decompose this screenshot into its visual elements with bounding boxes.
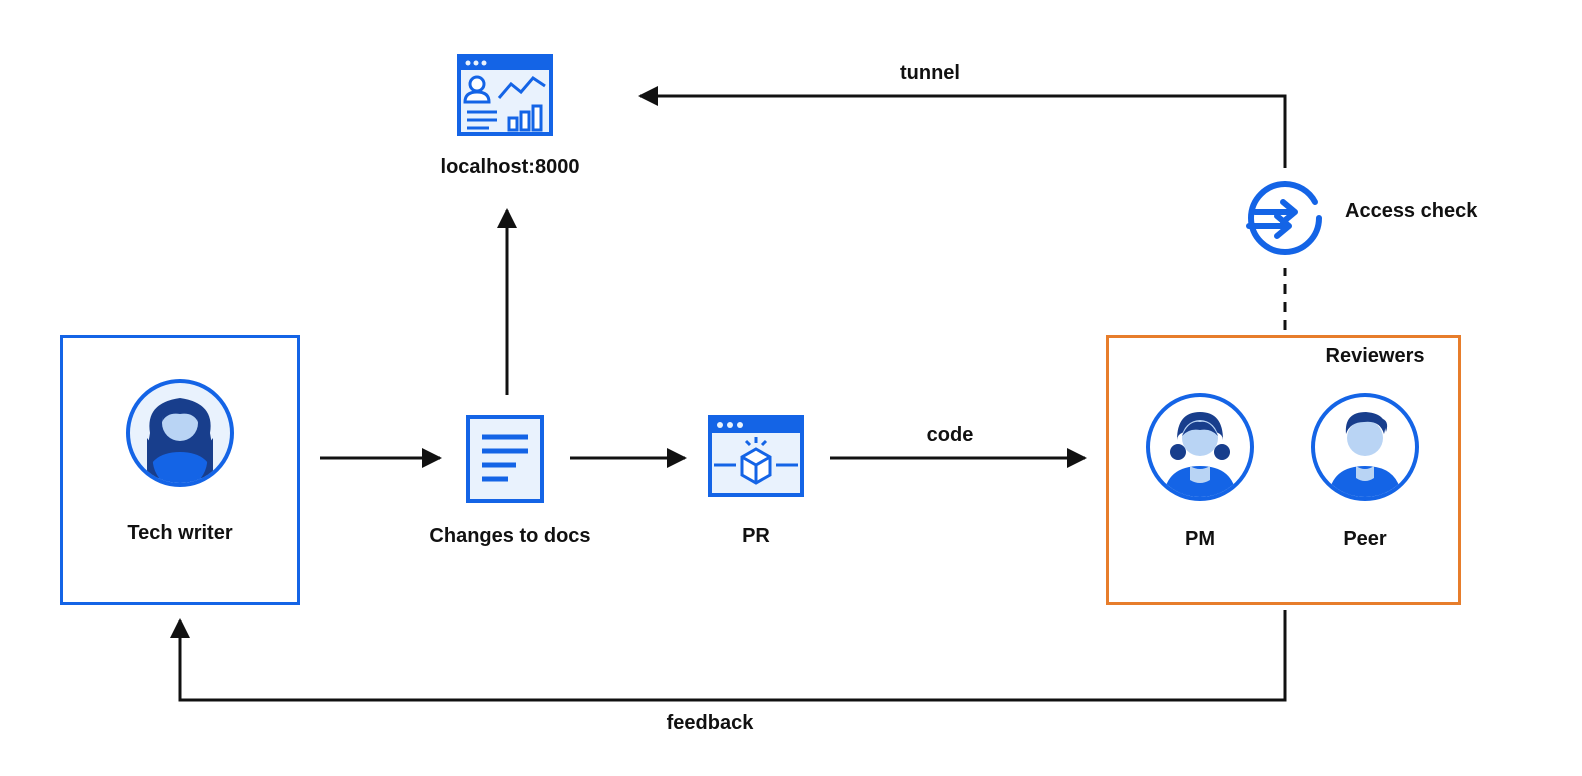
tunnel-label: tunnel [870, 62, 990, 85]
arrow-tunnel [640, 96, 1285, 168]
arrow-feedback [180, 610, 1285, 700]
feedback-label: feedback [640, 712, 780, 735]
arrows-layer [0, 0, 1582, 776]
code-label: code [900, 424, 1000, 447]
